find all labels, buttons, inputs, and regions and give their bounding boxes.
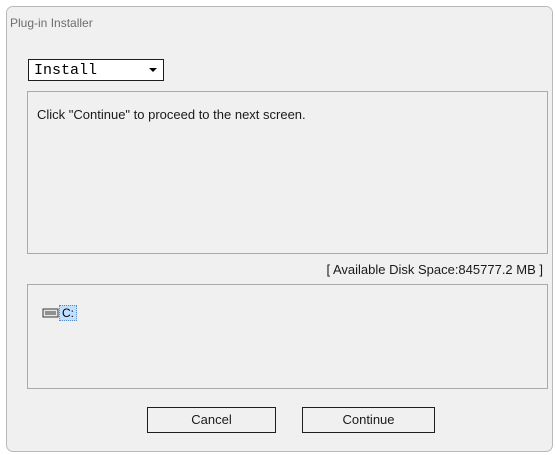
available-disk-space: [ Available Disk Space:845777.2 MB ] bbox=[326, 262, 543, 277]
mode-select[interactable]: Install bbox=[28, 59, 164, 81]
mode-select-value: Install bbox=[34, 62, 98, 79]
cancel-button[interactable]: Cancel bbox=[147, 407, 276, 433]
continue-button[interactable]: Continue bbox=[302, 407, 435, 433]
drive-list[interactable]: C: bbox=[27, 284, 548, 389]
message-panel: Click "Continue" to proceed to the next … bbox=[27, 91, 548, 254]
window-title: Plug-in Installer bbox=[10, 16, 93, 30]
drive-item-c[interactable]: C: bbox=[42, 305, 77, 321]
drive-label: C: bbox=[59, 305, 77, 321]
title-bar[interactable]: Plug-in Installer bbox=[7, 7, 552, 37]
instruction-text: Click "Continue" to proceed to the next … bbox=[37, 107, 306, 122]
drive-icon bbox=[42, 308, 59, 318]
chevron-down-icon[interactable] bbox=[143, 60, 163, 80]
installer-window: Plug-in Installer Install Click "Continu… bbox=[6, 6, 553, 452]
